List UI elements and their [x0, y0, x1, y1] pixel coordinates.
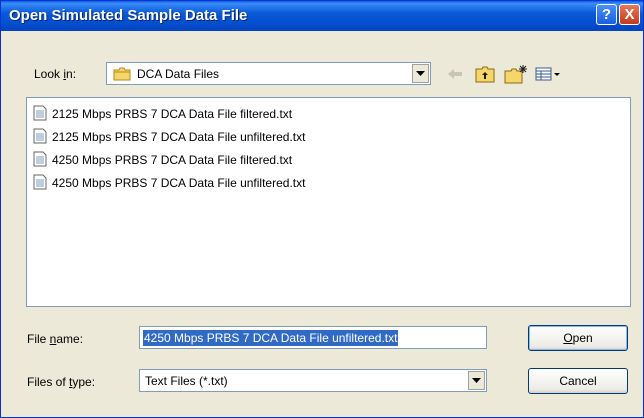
up-folder-icon[interactable] [474, 64, 496, 84]
close-button[interactable]: X [619, 4, 640, 25]
new-folder-icon[interactable] [504, 64, 528, 84]
title-bar[interactable]: Open Simulated Sample Data File ? X [1, 1, 643, 31]
look-in-label: Look in: [34, 67, 77, 81]
list-item[interactable]: 4250 Mbps PRBS 7 DCA Data File filtered.… [33, 150, 292, 170]
text-file-icon [33, 151, 47, 170]
file-type-value: Text Files (*.txt) [145, 374, 228, 388]
back-arrow-icon[interactable] [446, 64, 464, 84]
list-item[interactable]: 2125 Mbps PRBS 7 DCA Data File filtered.… [33, 104, 292, 124]
file-name: 4250 Mbps PRBS 7 DCA Data File filtered.… [52, 153, 293, 167]
cancel-button[interactable]: Cancel [528, 368, 628, 394]
open-button[interactable]: Open [528, 325, 628, 351]
file-type-label: Files of type: [27, 375, 96, 389]
help-button[interactable]: ? [596, 4, 617, 25]
look-in-dropdown[interactable]: DCA Data Files [106, 62, 431, 85]
look-in-value: DCA Data Files [137, 67, 220, 81]
text-file-icon [33, 105, 47, 124]
chevron-down-icon[interactable] [468, 371, 485, 390]
window-title: Open Simulated Sample Data File [9, 7, 248, 24]
file-name: 4250 Mbps PRBS 7 DCA Data File unfiltere… [52, 176, 306, 190]
file-name: 2125 Mbps PRBS 7 DCA Data File filtered.… [52, 107, 293, 121]
text-file-icon [33, 174, 47, 193]
file-type-dropdown[interactable]: Text Files (*.txt) [139, 369, 487, 392]
folder-icon [113, 67, 131, 84]
text-file-icon [33, 128, 47, 147]
file-list[interactable]: 2125 Mbps PRBS 7 DCA Data File filtered.… [26, 97, 631, 307]
list-item[interactable]: 2125 Mbps PRBS 7 DCA Data File unfiltere… [33, 127, 305, 147]
file-name-label: File name: [27, 332, 84, 346]
file-name: 2125 Mbps PRBS 7 DCA Data File unfiltere… [52, 130, 306, 144]
view-menu-icon[interactable] [534, 64, 562, 84]
list-item[interactable]: 4250 Mbps PRBS 7 DCA Data File unfiltere… [33, 173, 305, 193]
file-name-value: 4250 Mbps PRBS 7 DCA Data File unfiltere… [143, 330, 399, 346]
open-file-dialog: Open Simulated Sample Data File ? X Look… [0, 0, 644, 418]
file-name-input[interactable]: 4250 Mbps PRBS 7 DCA Data File unfiltere… [139, 326, 487, 349]
chevron-down-icon[interactable] [412, 64, 429, 83]
